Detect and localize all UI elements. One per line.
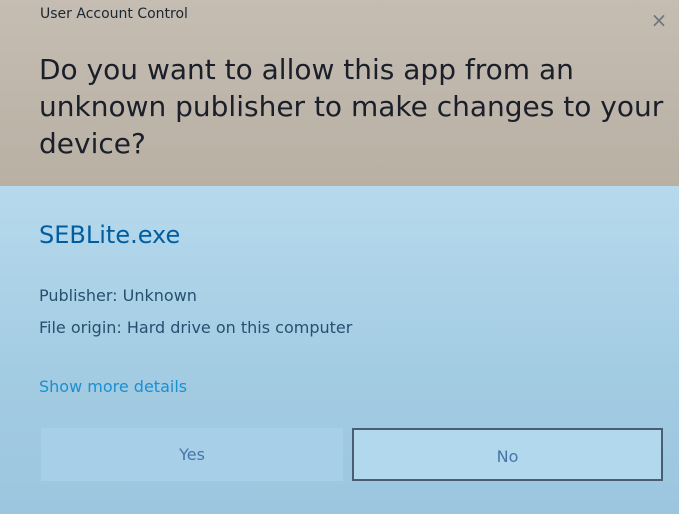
file-origin-info: File origin: Hard drive on this computer	[39, 318, 353, 337]
dialog-header: User Account Control × Do you want to al…	[0, 0, 679, 186]
close-icon[interactable]: ×	[649, 10, 669, 30]
dialog-title: User Account Control	[40, 6, 188, 22]
yes-button[interactable]: Yes	[41, 428, 343, 481]
question-text: Do you want to allow this app from an un…	[39, 53, 664, 160]
show-more-details-link[interactable]: Show more details	[39, 377, 187, 396]
publisher-info: Publisher: Unknown	[39, 286, 197, 305]
app-name: SEBLite.exe	[39, 221, 181, 249]
dialog-body: SEBLite.exe Publisher: Unknown File orig…	[0, 186, 679, 514]
uac-dialog: User Account Control × Do you want to al…	[0, 0, 679, 514]
no-button[interactable]: No	[352, 428, 663, 481]
